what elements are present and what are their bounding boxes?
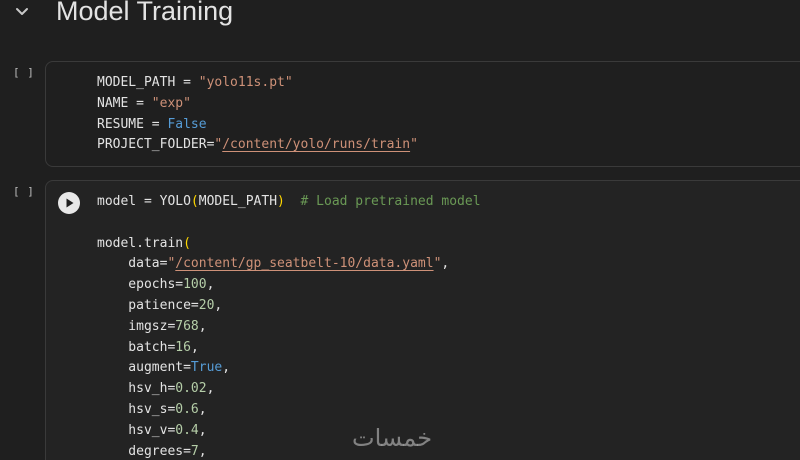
code-line: epochs=100, xyxy=(97,275,481,296)
code-token: ( xyxy=(183,235,191,251)
code-token: augment= xyxy=(97,360,191,376)
code-token: 768 xyxy=(175,318,199,334)
code-line: model = YOLO(MODEL_PATH) # Load pretrain… xyxy=(97,192,481,213)
code-token: 0.02 xyxy=(175,381,207,397)
chevron-down-icon[interactable] xyxy=(13,4,31,20)
code-editor[interactable]: model = YOLO(MODEL_PATH) # Load pretrain… xyxy=(97,192,481,460)
code-token: MODEL_PATH = xyxy=(97,75,199,90)
code-token: hsv_v= xyxy=(97,422,176,438)
code-cell[interactable]: model = YOLO(MODEL_PATH) # Load pretrain… xyxy=(45,180,800,460)
section-header: Model Training xyxy=(0,0,800,30)
code-line: patience=20, xyxy=(97,296,481,317)
code-token: # Load pretrained model xyxy=(300,194,481,209)
code-token: "exp" xyxy=(151,95,191,111)
code-line: augment=True, xyxy=(97,358,481,379)
cell-exec-count: [ ] xyxy=(13,66,35,79)
code-token: , xyxy=(222,360,231,376)
code-token: "yolo11s.pt" xyxy=(198,75,293,90)
code-token: ( xyxy=(190,194,199,209)
code-token: /content/gp_seatbelt-10/data.yaml xyxy=(175,256,434,272)
code-line: hsv_h=0.02, xyxy=(97,379,481,400)
code-token: , xyxy=(214,297,223,313)
section-title: Model Training xyxy=(56,0,234,26)
code-line: imgsz=768, xyxy=(97,317,481,338)
code-cell[interactable]: MODEL_PATH = "yolo11s.pt" NAME = "exp" RES… xyxy=(45,61,800,167)
code-token: 7 xyxy=(190,443,199,459)
code-token: , xyxy=(190,339,199,355)
code-token: ) xyxy=(277,194,285,209)
code-token: True xyxy=(190,360,223,376)
code-token: 20 xyxy=(198,297,215,313)
code-token: RESUME = xyxy=(97,116,168,132)
code-line: batch=16, xyxy=(97,338,481,359)
code-line: MODEL_PATH = "yolo11s.pt" xyxy=(97,73,418,94)
code-token: " xyxy=(410,137,418,153)
code-token: , xyxy=(441,256,450,272)
code-token: 0.4 xyxy=(175,422,199,438)
code-token: , xyxy=(206,277,215,293)
code-token: False xyxy=(167,116,207,132)
code-line: PROJECT_FOLDER= "/content/yolo/runs/train… xyxy=(97,135,418,156)
code-token: /content/yolo/runs/train xyxy=(222,137,411,153)
play-icon[interactable] xyxy=(58,192,80,214)
watermark-logo: خمسات xyxy=(352,424,433,452)
code-token: degrees= xyxy=(97,443,191,459)
code-token: data= xyxy=(97,256,168,272)
code-line: NAME = "exp" xyxy=(97,94,418,115)
code-token: PROJECT_FOLDER= xyxy=(97,137,215,153)
cell-exec-count: [ ] xyxy=(13,185,35,198)
code-token: , xyxy=(198,318,207,334)
code-line: model.train( xyxy=(97,234,481,255)
code-token: , xyxy=(206,381,215,397)
code-token: model.train xyxy=(97,235,184,251)
code-token: , xyxy=(198,443,207,459)
code-line: data="/content/gp_seatbelt-10/data.yaml"… xyxy=(97,254,481,275)
code-token: 100 xyxy=(183,277,207,293)
code-token: model = YOLO xyxy=(97,194,191,209)
code-token: hsv_h= xyxy=(97,381,176,397)
code-token: imgsz= xyxy=(97,318,176,334)
code-token: 16 xyxy=(175,339,191,355)
code-token: epochs= xyxy=(97,277,184,293)
code-token: MODEL_PATH xyxy=(198,194,278,209)
code-token: , xyxy=(198,422,207,438)
code-line: RESUME = False xyxy=(97,115,418,136)
code-editor[interactable]: MODEL_PATH = "yolo11s.pt" NAME = "exp" RES… xyxy=(97,73,418,156)
code-token: hsv_s= xyxy=(97,401,176,417)
notebook-page: Model Training [ ] MODEL_PATH = "yolo11s… xyxy=(0,0,800,460)
code-token: patience= xyxy=(97,297,199,313)
code-token: batch= xyxy=(97,339,176,355)
code-token: , xyxy=(198,401,207,417)
code-token: 0.6 xyxy=(175,401,199,417)
code-line: hsv_s=0.6, xyxy=(97,400,481,421)
code-token: NAME = xyxy=(97,95,152,111)
